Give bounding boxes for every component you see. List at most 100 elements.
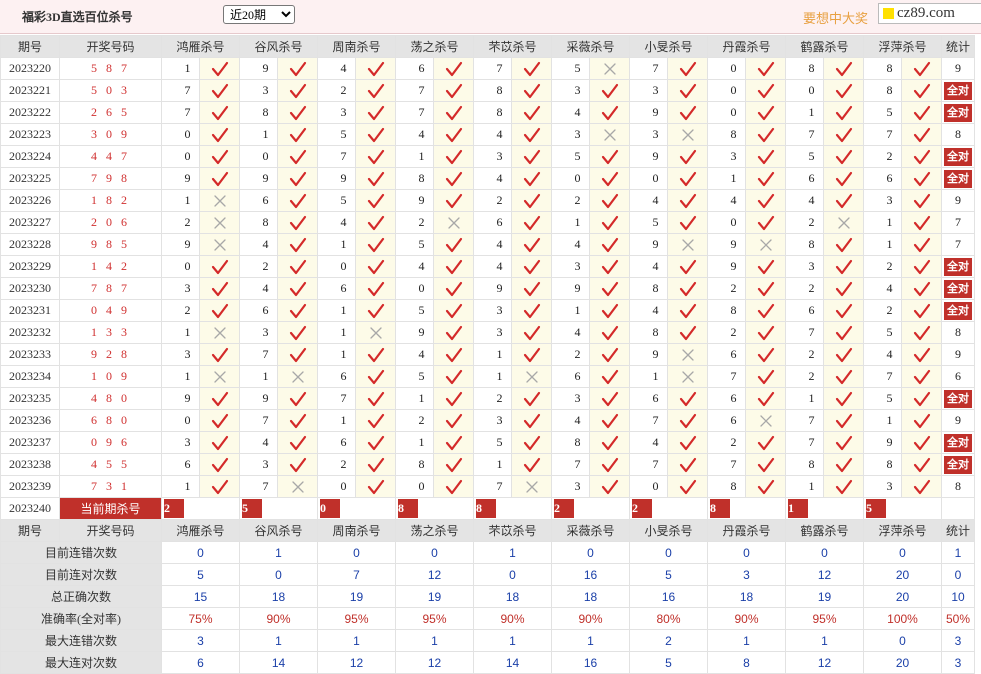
col-expert-header[interactable]: 采薇杀号 — [551, 35, 630, 58]
col-expert-header[interactable]: 鹤露杀号 — [785, 519, 864, 542]
correct-cell — [745, 255, 786, 278]
kill-number: 7 — [395, 101, 434, 124]
correct-cell — [901, 409, 942, 432]
site-name: cz89.com — [897, 5, 955, 21]
check-icon — [835, 83, 852, 98]
kill-number: 8 — [473, 101, 512, 124]
correct-cell — [667, 299, 708, 322]
stat-row: 总正确次数 15 18 19 19 18 18 16 18 19 20 10 — [0, 585, 975, 608]
kill-number: 0 — [161, 255, 200, 278]
kill-number: 2 — [239, 255, 278, 278]
kill-number: 1 — [239, 123, 278, 146]
kill-number: 1 — [551, 299, 590, 322]
kill-number: 1 — [161, 365, 200, 388]
col-expert-header[interactable]: 芣苡杀号 — [473, 519, 552, 542]
wrong-cell — [589, 57, 630, 80]
check-icon — [679, 435, 696, 450]
stat-value: 0 — [317, 541, 396, 564]
site-logo[interactable]: cz89.com — [878, 3, 981, 24]
table-row: 2023238 4 5 5 6 3 2 8 1 7 7 7 8 8 全对 — [0, 453, 975, 476]
table-row: 2023235 4 8 0 9 9 7 1 2 3 6 6 1 5 全对 — [0, 387, 975, 410]
all-correct-badge: 全对 — [944, 279, 972, 298]
correct-cell — [823, 255, 864, 278]
stat-value: 20 — [863, 585, 942, 608]
check-icon — [601, 193, 618, 208]
check-icon — [211, 105, 228, 120]
check-icon — [445, 347, 462, 362]
issue-number: 2023225 — [0, 167, 60, 190]
col-expert-header[interactable]: 浮萍杀号 — [863, 519, 942, 542]
col-expert-header[interactable]: 周南杀号 — [317, 35, 396, 58]
stat-value: 1 — [941, 541, 975, 564]
col-expert-header[interactable]: 浮萍杀号 — [863, 35, 942, 58]
col-expert-header[interactable]: 谷风杀号 — [239, 519, 318, 542]
kill-number: 3 — [161, 343, 200, 366]
check-icon — [289, 215, 306, 230]
check-icon — [367, 193, 384, 208]
col-expert-header[interactable]: 荡之杀号 — [395, 35, 474, 58]
stat-value: 95% — [317, 607, 396, 630]
kill-number: 4 — [551, 233, 590, 256]
check-icon — [289, 281, 306, 296]
current-pred-badge: 5 — [242, 499, 262, 518]
stat-value: 3 — [707, 563, 786, 586]
correct-cell — [901, 475, 942, 498]
correct-cell — [823, 277, 864, 300]
correct-cell — [355, 431, 396, 454]
col-expert-header[interactable]: 丹霞杀号 — [707, 35, 786, 58]
kill-number: 4 — [395, 343, 434, 366]
table-row: 2023228 9 8 594154499817 — [0, 233, 975, 256]
cross-icon — [525, 480, 538, 493]
correct-cell — [589, 255, 630, 278]
check-icon — [601, 171, 618, 186]
check-icon — [679, 479, 696, 494]
col-expert-header[interactable]: 周南杀号 — [317, 519, 396, 542]
check-icon — [835, 149, 852, 164]
check-icon — [367, 171, 384, 186]
kill-number: 4 — [473, 167, 512, 190]
period-select[interactable]: 近20期 — [223, 5, 295, 24]
check-icon — [835, 479, 852, 494]
check-icon — [835, 193, 852, 208]
col-expert-header[interactable]: 鸿雁杀号 — [161, 35, 240, 58]
check-icon — [367, 479, 384, 494]
correct-cell — [745, 387, 786, 410]
stat-value: 5 — [629, 563, 708, 586]
wrong-cell — [433, 211, 474, 234]
correct-cell — [901, 101, 942, 124]
col-expert-header[interactable]: 丹霞杀号 — [707, 519, 786, 542]
kill-number: 3 — [317, 101, 356, 124]
kill-number: 8 — [707, 299, 746, 322]
stat-value: 1 — [239, 541, 318, 564]
correct-cell — [433, 123, 474, 146]
correct-cell — [589, 277, 630, 300]
check-icon — [523, 237, 540, 252]
stat-value: 16 — [629, 585, 708, 608]
all-correct-badge: 全对 — [944, 81, 972, 100]
col-expert-header[interactable]: 荡之杀号 — [395, 519, 474, 542]
kill-number: 8 — [785, 57, 824, 80]
col-expert-header[interactable]: 鸿雁杀号 — [161, 519, 240, 542]
table-row: 2023220 5 8 71 9 4 6 7 5 7 0 8 8 9 — [0, 57, 975, 80]
col-expert-header[interactable]: 谷风杀号 — [239, 35, 318, 58]
kill-number: 9 — [239, 167, 278, 190]
kill-number: 8 — [239, 211, 278, 234]
correct-cell — [355, 409, 396, 432]
kill-number: 4 — [473, 255, 512, 278]
col-expert-header[interactable]: 鹤露杀号 — [785, 35, 864, 58]
correct-cell — [277, 321, 318, 344]
correct-cell — [745, 101, 786, 124]
draw-number: 6 8 0 — [59, 409, 162, 432]
kill-number: 1 — [707, 167, 746, 190]
cross-icon — [447, 216, 460, 229]
check-icon — [913, 347, 930, 362]
wrong-cell — [277, 365, 318, 388]
correct-cell — [901, 57, 942, 80]
col-expert-header[interactable]: 小旻杀号 — [629, 519, 708, 542]
col-expert-header[interactable]: 采薇杀号 — [551, 519, 630, 542]
correct-cell — [823, 101, 864, 124]
col-expert-header[interactable]: 芣苡杀号 — [473, 35, 552, 58]
check-icon — [757, 391, 774, 406]
correct-cell — [823, 233, 864, 256]
col-expert-header[interactable]: 小旻杀号 — [629, 35, 708, 58]
